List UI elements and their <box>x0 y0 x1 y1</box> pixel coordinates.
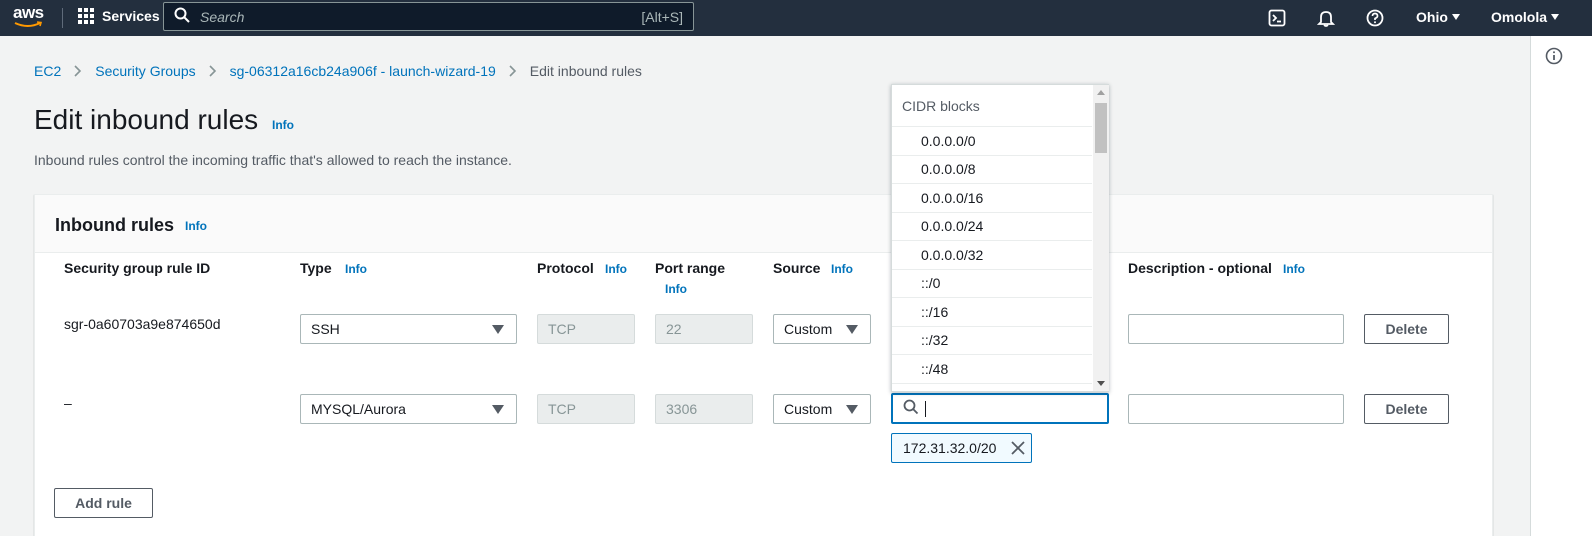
global-search[interactable]: [Alt+S] <box>163 2 694 31</box>
cidr-option[interactable]: 0.0.0.0/0 <box>892 127 1092 156</box>
search-input[interactable] <box>190 8 642 25</box>
caret-down-icon <box>846 325 858 334</box>
caret-down-icon <box>846 405 858 414</box>
services-label: Services <box>102 8 160 24</box>
panel-header: Inbound rules Info <box>35 195 1492 253</box>
type-select-value: SSH <box>311 321 340 337</box>
cidr-option[interactable]: ::/16 <box>892 298 1092 327</box>
account-name: Omolola <box>1491 9 1548 25</box>
source-select[interactable]: Custom <box>773 314 871 344</box>
chevron-right-icon <box>509 65 517 77</box>
add-rule-button[interactable]: Add rule <box>54 488 153 518</box>
description-input[interactable] <box>1128 394 1344 424</box>
breadcrumb-security-groups[interactable]: Security Groups <box>95 63 195 79</box>
caret-down-icon <box>492 325 504 334</box>
caret-down-icon <box>492 405 504 414</box>
info-circle-icon[interactable] <box>1545 47 1563 68</box>
column-header-source: Source <box>773 260 821 276</box>
dropdown-scrollbar[interactable] <box>1093 85 1109 391</box>
grid-icon <box>78 8 94 24</box>
cidr-search-input[interactable] <box>891 393 1109 424</box>
source-info-link[interactable]: Info <box>831 262 853 276</box>
cidr-group-label: CIDR blocks <box>892 85 1092 127</box>
region-label: Ohio <box>1416 9 1448 25</box>
cidr-option[interactable]: 0.0.0.0/24 <box>892 213 1092 241</box>
page-title: Edit inbound rules <box>34 104 259 135</box>
scroll-down-arrow-icon[interactable] <box>1097 381 1105 386</box>
search-shortcut: [Alt+S] <box>641 8 683 25</box>
delete-button[interactable]: Delete <box>1364 394 1449 424</box>
caret-down-icon <box>1551 14 1560 20</box>
breadcrumb: EC2 Security Groups sg-06312a16cb24a906f… <box>34 63 642 79</box>
close-icon[interactable] <box>1010 440 1026 459</box>
cidr-option[interactable]: 0.0.0.0/8 <box>892 156 1092 184</box>
protocol-info-link[interactable]: Info <box>605 262 627 276</box>
source-select-value: Custom <box>784 321 833 337</box>
tools-rail <box>1530 36 1592 536</box>
services-menu-button[interactable]: Services <box>78 8 160 24</box>
port-range-field: 22 <box>655 314 753 344</box>
type-select-value: MYSQL/Aurora <box>311 401 406 417</box>
breadcrumb-security-group[interactable]: sg-06312a16cb24a906f - launch-wizard-19 <box>230 63 496 79</box>
protocol-field: TCP <box>537 314 635 344</box>
cidr-option[interactable]: ::/0 <box>892 270 1092 298</box>
source-select-value: Custom <box>784 401 833 417</box>
help-icon[interactable] <box>1364 7 1386 29</box>
cloudshell-icon[interactable] <box>1266 7 1288 29</box>
cidr-option[interactable]: ::/48 <box>892 355 1092 384</box>
port-range-info-link[interactable]: Info <box>665 282 687 296</box>
cidr-option[interactable]: 0.0.0.0/32 <box>892 241 1092 270</box>
protocol-value: TCP <box>548 321 576 337</box>
cidr-option[interactable]: ::/32 <box>892 327 1092 355</box>
type-select[interactable]: MYSQL/Aurora <box>300 394 517 424</box>
aws-logo[interactable]: aws <box>12 3 46 31</box>
protocol-value: TCP <box>548 401 576 417</box>
chevron-right-icon <box>209 65 217 77</box>
rule-id-cell: sgr-0a60703a9e874650d <box>64 316 221 332</box>
description-info-link[interactable]: Info <box>1283 262 1305 276</box>
column-header-type: Type <box>300 260 332 276</box>
text-cursor <box>925 400 926 417</box>
notifications-bell-icon[interactable] <box>1315 7 1337 29</box>
aws-smile-icon <box>14 21 43 27</box>
column-header-port-range: Port range <box>655 260 726 276</box>
scrollbar-thumb[interactable] <box>1095 103 1107 153</box>
region-selector[interactable]: Ohio <box>1416 9 1460 25</box>
top-navigation: aws Services [Alt+S] Ohio Omolola <box>0 0 1592 36</box>
panel-title: Inbound rules <box>55 215 174 235</box>
chevron-right-icon <box>74 65 82 77</box>
account-menu[interactable]: Omolola <box>1491 9 1560 25</box>
delete-button[interactable]: Delete <box>1364 314 1449 344</box>
panel-info-link[interactable]: Info <box>185 219 207 233</box>
cidr-option[interactable]: 0.0.0.0/16 <box>892 184 1092 213</box>
port-range-value: 3306 <box>666 401 698 417</box>
nav-divider <box>62 8 63 28</box>
description-input[interactable] <box>1128 314 1344 344</box>
column-header-description: Description - optional <box>1128 260 1272 276</box>
source-select[interactable]: Custom <box>773 394 871 424</box>
type-select[interactable]: SSH <box>300 314 517 344</box>
cidr-token-value: 172.31.32.0/20 <box>903 440 997 456</box>
search-icon <box>903 399 919 418</box>
search-icon <box>174 7 190 26</box>
breadcrumb-ec2[interactable]: EC2 <box>34 63 61 79</box>
scroll-up-arrow-icon[interactable] <box>1097 90 1105 95</box>
rule-id-cell: – <box>64 395 72 411</box>
type-info-link[interactable]: Info <box>345 262 367 276</box>
cidr-dropdown: CIDR blocks 0.0.0.0/0 0.0.0.0/8 0.0.0.0/… <box>891 84 1109 392</box>
page-title-info-link[interactable]: Info <box>272 118 294 132</box>
protocol-field: TCP <box>537 394 635 424</box>
breadcrumb-current: Edit inbound rules <box>529 63 642 79</box>
aws-logo-text: aws <box>13 3 44 22</box>
page-description: Inbound rules control the incoming traff… <box>34 152 512 168</box>
port-range-value: 22 <box>666 321 682 337</box>
caret-down-icon <box>1451 14 1460 20</box>
column-header-protocol: Protocol <box>537 260 594 276</box>
inbound-rules-panel: Inbound rules Info <box>34 194 1493 536</box>
cidr-token: 172.31.32.0/20 <box>891 433 1032 463</box>
port-range-field: 3306 <box>655 394 753 424</box>
column-header-rule-id: Security group rule ID <box>64 260 211 276</box>
